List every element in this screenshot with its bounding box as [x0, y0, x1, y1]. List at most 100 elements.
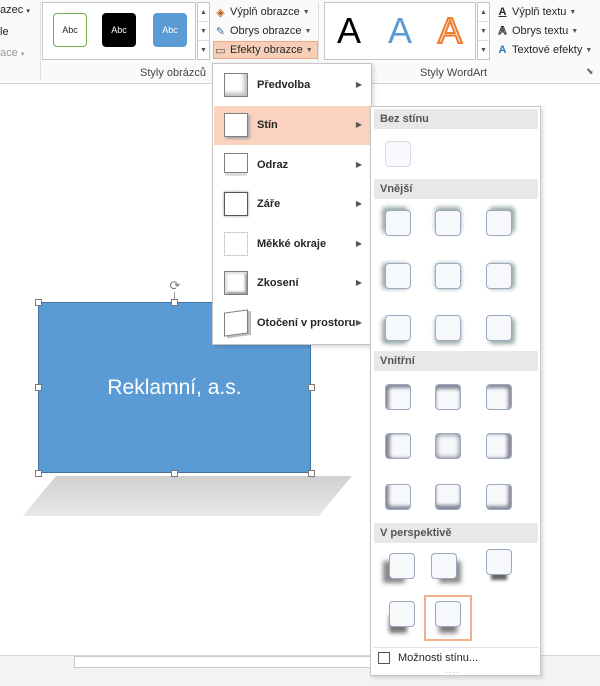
wordart-scroll[interactable]: ▲ ▼ ▼	[477, 2, 490, 60]
text-outline-button[interactable]: A Obrys textu ▼	[496, 22, 578, 40]
chevron-right-icon: ▶	[355, 80, 362, 89]
chevron-right-icon: ▶	[355, 318, 362, 327]
paint-bucket-icon: ◈	[216, 6, 225, 19]
wordart-thumb-black[interactable]: A	[337, 9, 361, 53]
chevron-right-icon: ▶	[355, 278, 362, 287]
chevron-down-icon: ▼	[585, 46, 593, 54]
text-outline-icon: A	[498, 25, 507, 38]
left-cut-command-1[interactable]: azec ▾	[0, 4, 30, 16]
resize-handle-nw[interactable]	[35, 299, 42, 306]
section-no-shadow: Bez stínu	[374, 109, 538, 129]
bevel-icon	[224, 271, 248, 295]
shadow-inner-option[interactable]	[486, 484, 512, 510]
menu-item-preset[interactable]: Předvolba ▶	[214, 66, 371, 105]
text-fill-button[interactable]: A Výplň textu ▼	[496, 3, 577, 21]
chevron-down-icon: ▼	[302, 8, 310, 16]
resize-handle-w[interactable]	[35, 384, 42, 391]
shape-outline-button[interactable]: ✎ Obrys obrazce ▼	[214, 22, 312, 40]
picture-styles-group-label: Styly obrázců	[140, 67, 207, 79]
rotate-handle-icon[interactable]: ⟳	[168, 279, 182, 293]
chevron-down-icon: ▼	[304, 27, 312, 35]
shadow-outer-option[interactable]	[385, 263, 411, 289]
style-thumb-blue[interactable]: Abc	[153, 13, 187, 47]
menu-item-shadow[interactable]: Stín ▶	[214, 106, 371, 145]
chevron-down-icon: ▼	[569, 8, 577, 16]
shape-fill-button[interactable]: ◈ Výplň obrazce ▼	[214, 3, 310, 21]
text-effects-icon: A	[498, 44, 507, 56]
section-inner: Vnitřní	[374, 351, 538, 371]
chevron-right-icon: ▶	[355, 239, 362, 248]
shadow-inner-option[interactable]	[486, 433, 512, 459]
left-cut-command-3: ace ▾	[0, 47, 25, 59]
shadow-inner-option[interactable]	[385, 384, 411, 410]
left-cut-command-2[interactable]: le	[0, 26, 9, 38]
shape-effects-icon: ▭	[215, 44, 226, 57]
chevron-down-icon: ▼	[305, 46, 313, 54]
picture-styles-scroll[interactable]: ▲ ▼ ▼	[197, 2, 210, 60]
shape-shadow	[22, 476, 353, 516]
shadow-icon	[224, 113, 248, 137]
chevron-down-icon: ▼	[571, 27, 579, 35]
glow-icon	[224, 192, 248, 216]
style-thumb-green[interactable]: Abc	[53, 13, 87, 47]
wordart-thumb-orange[interactable]: A	[437, 9, 463, 53]
more-styles-icon[interactable]: ▼	[198, 41, 209, 60]
dialog-launcher-icon[interactable]: ⬊	[586, 66, 594, 77]
shadow-inner-option[interactable]	[486, 384, 512, 410]
text-effects-button[interactable]: A Textové efekty ▼	[496, 41, 593, 59]
shape-text: Reklamní, a.s.	[107, 375, 242, 399]
shadow-inner-option[interactable]	[385, 484, 411, 510]
scroll-down-icon[interactable]: ▼	[478, 22, 489, 41]
scroll-down-icon[interactable]: ▼	[198, 22, 209, 41]
chevron-right-icon: ▶	[355, 160, 362, 169]
shadow-outer-option[interactable]	[486, 263, 512, 289]
shadow-outer-option[interactable]	[435, 263, 461, 289]
shadow-perspective-option[interactable]	[431, 553, 457, 579]
shadow-outer-option[interactable]	[435, 315, 461, 341]
shadow-perspective-option[interactable]	[389, 601, 415, 627]
shadow-outer-option[interactable]	[385, 315, 411, 341]
preset-icon	[224, 73, 248, 97]
checkbox-icon	[378, 651, 390, 664]
shadow-none-option[interactable]	[385, 141, 411, 167]
shadow-perspective-option[interactable]	[486, 549, 512, 575]
menu-item-reflection[interactable]: Odraz ▶	[214, 146, 371, 185]
shadow-outer-option[interactable]	[435, 210, 461, 236]
resize-grip-icon[interactable]: ····	[445, 668, 460, 677]
scroll-up-icon[interactable]: ▲	[198, 3, 209, 22]
wordart-thumb-blue[interactable]: A	[388, 9, 412, 53]
resize-handle-e[interactable]	[308, 384, 315, 391]
resize-handle-n[interactable]	[171, 299, 178, 306]
shadow-outer-option[interactable]	[486, 210, 512, 236]
shadow-perspective-option-selected[interactable]	[435, 601, 461, 627]
menu-item-soft-edges[interactable]: Měkké okraje ▶	[214, 225, 371, 264]
3d-rotation-icon	[224, 309, 248, 337]
more-styles-icon[interactable]: ▼	[478, 41, 489, 60]
menu-item-3d-rotation[interactable]: Otočení v prostoru ▶	[214, 304, 371, 343]
shadow-inner-option[interactable]	[385, 433, 411, 459]
style-thumb-black[interactable]: Abc	[102, 13, 136, 47]
scroll-up-icon[interactable]: ▲	[478, 3, 489, 22]
wordart-gallery[interactable]: A A A	[324, 2, 476, 60]
picture-styles-gallery[interactable]: Abc Abc Abc	[42, 2, 196, 60]
menu-item-bevel[interactable]: Zkosení ▶	[214, 264, 371, 303]
shadow-options-row[interactable]: Možnosti stínu...	[374, 647, 538, 667]
shadow-inner-option[interactable]	[435, 384, 461, 410]
section-outer: Vnější	[374, 179, 538, 199]
shadow-perspective-option[interactable]	[389, 553, 415, 579]
shadow-outer-option[interactable]	[385, 210, 411, 236]
shape-effects-button[interactable]: ▭ Efekty obrazce ▼	[213, 41, 318, 59]
resize-handle-sw[interactable]	[35, 470, 42, 477]
shadow-inner-option[interactable]	[435, 433, 461, 459]
menu-item-glow[interactable]: Záře ▶	[214, 185, 371, 224]
shadow-submenu: Bez stínu Vnější Vnitřní V perspektivě M…	[370, 106, 541, 677]
horizontal-scrollbar[interactable]	[74, 656, 374, 668]
chevron-right-icon: ▶	[355, 199, 362, 208]
reflection-icon	[224, 153, 248, 173]
resize-handle-s[interactable]	[171, 470, 178, 477]
shadow-outer-option[interactable]	[486, 315, 512, 341]
shadow-inner-option[interactable]	[435, 484, 461, 510]
pen-outline-icon: ✎	[215, 25, 226, 38]
soft-edges-icon	[224, 232, 248, 256]
resize-handle-se[interactable]	[308, 470, 315, 477]
